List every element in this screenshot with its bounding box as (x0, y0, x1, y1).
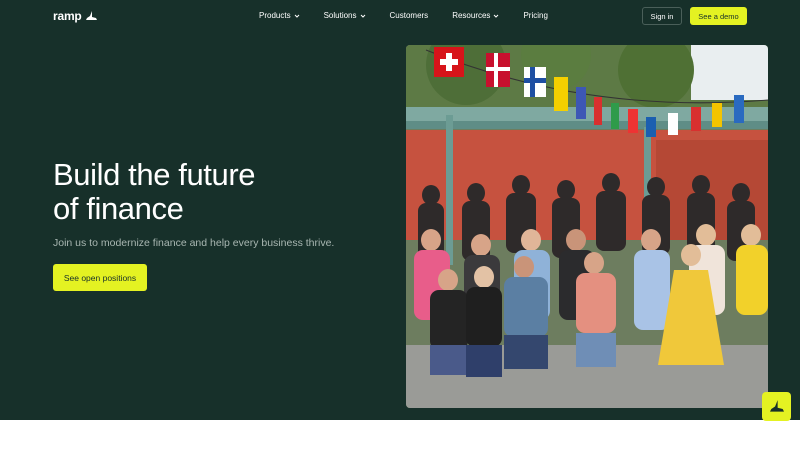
nav-item-label: Products (259, 11, 291, 20)
headline-line-2: of finance (53, 191, 184, 226)
page-title: Build the future of finance (53, 157, 256, 226)
nav-item-customers[interactable]: Customers (390, 11, 429, 20)
nav-item-label: Pricing (523, 11, 548, 20)
logo-text: ramp (53, 9, 82, 23)
nav-item-label: Solutions (323, 11, 357, 20)
nav-item-resources[interactable]: Resources (452, 11, 499, 20)
ramp-logo-icon (769, 400, 784, 412)
headline-line-1: Build the future (53, 157, 256, 192)
nav-item-pricing[interactable]: Pricing (523, 11, 547, 20)
nav-item-products[interactable]: Products (259, 11, 300, 20)
hero-subtitle: Join us to modernize finance and help ev… (53, 237, 335, 249)
nav-item-label: Resources (452, 11, 491, 20)
team-photo-illustration (406, 45, 768, 408)
ramp-logo-icon (85, 11, 97, 20)
chevron-down-icon (494, 14, 499, 18)
nav-item-solutions[interactable]: Solutions (324, 11, 366, 20)
team-group-photo (406, 45, 768, 408)
chat-widget-button[interactable] (762, 392, 791, 421)
chevron-down-icon (294, 14, 299, 18)
see-open-positions-button[interactable]: See open positions (53, 264, 147, 291)
logo-link[interactable]: ramp (53, 9, 97, 23)
nav-links: Products Solutions Customers Resources P… (259, 11, 572, 20)
chevron-down-icon (360, 14, 365, 18)
top-navigation: ramp Products Solutions Customers Resour… (0, 0, 800, 32)
see-demo-button[interactable]: See a demo (690, 7, 747, 25)
nav-item-label: Customers (389, 11, 429, 20)
sign-in-button[interactable]: Sign in (642, 7, 682, 25)
hero-section: ramp Products Solutions Customers Resour… (0, 0, 800, 420)
